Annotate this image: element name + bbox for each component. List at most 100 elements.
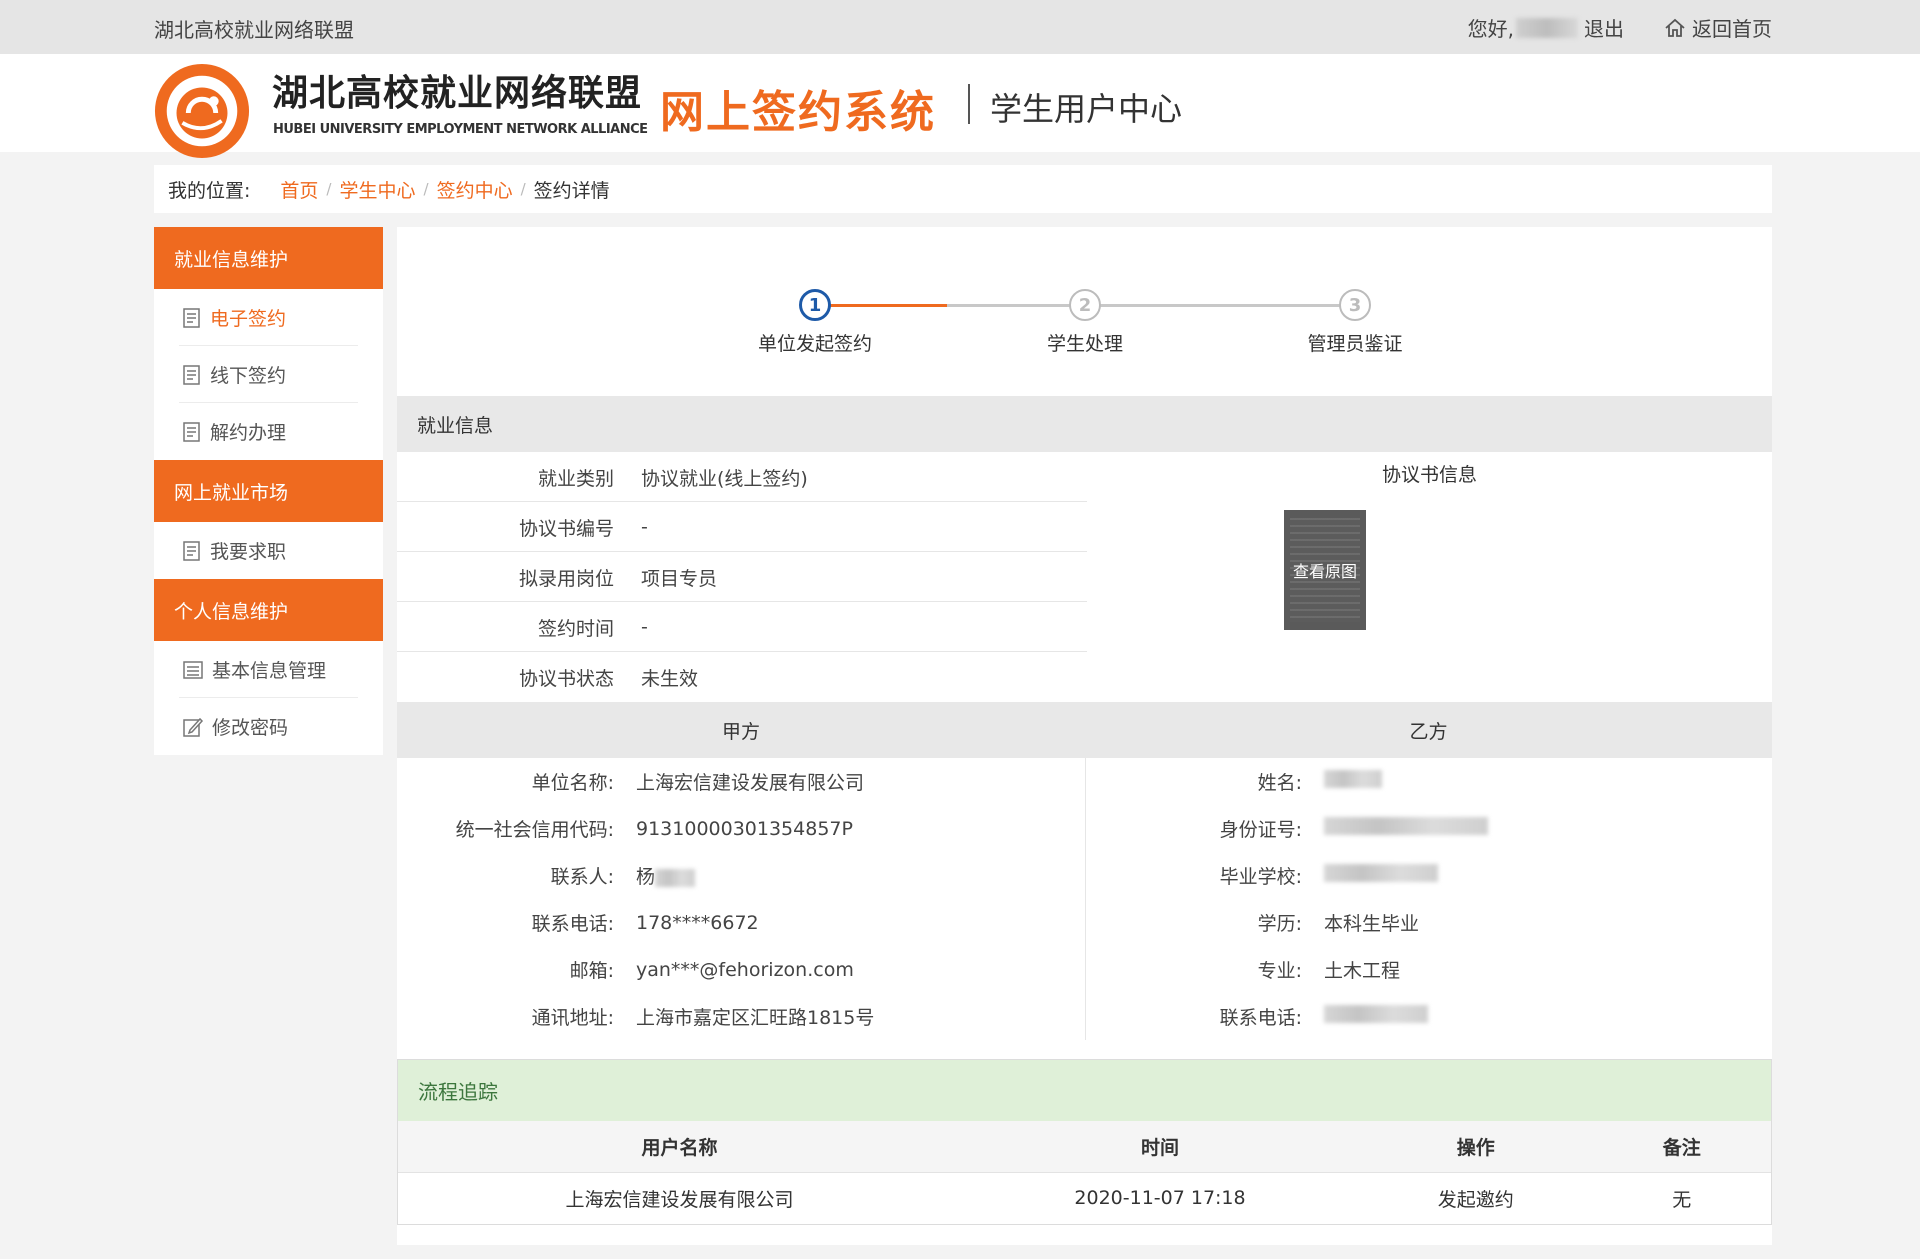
sidebar-item-job-search[interactable]: 我要求职	[154, 522, 383, 579]
blurred-phone	[1324, 1005, 1428, 1023]
home-link-label: 返回首页	[1692, 17, 1772, 41]
party-a-row: 单位名称: 上海宏信建设发展有限公司	[397, 758, 864, 805]
info-key: 协议书编号	[518, 517, 614, 540]
info-row: 协议书状态 未生效	[397, 652, 1087, 702]
breadcrumb-separator: /	[520, 180, 526, 198]
party-a-key: 联系电话:	[531, 913, 614, 935]
blurred-id-number	[1324, 817, 1488, 835]
party-a-value: 杨	[636, 862, 696, 889]
sidebar-item-offline-signing[interactable]: 线下签约	[154, 346, 383, 403]
party-b-row: 身份证号:	[1085, 805, 1488, 852]
info-row: 协议书编号 -	[397, 502, 1087, 552]
breadcrumb-signing-center[interactable]: 签约中心	[437, 176, 513, 203]
step-line-pending	[947, 304, 1350, 307]
agreement-thumbnail[interactable]: 查看原图	[1284, 510, 1366, 630]
home-link[interactable]: 返回首页	[1664, 13, 1772, 42]
party-a-header: 甲方	[397, 702, 1085, 758]
tracking-table: 用户名称 时间 操作 备注 上海宏信建设发展有限公司 2020-11-07 17…	[398, 1121, 1771, 1224]
table-header-row: 用户名称 时间 操作 备注	[398, 1121, 1771, 1173]
blurred-school	[1324, 864, 1438, 882]
username-blurred	[1516, 17, 1578, 38]
sidebar-item-label: 电子签约	[210, 308, 287, 330]
sidebar-item-label: 基本信息管理	[212, 660, 327, 682]
step-1-circle: 1	[799, 289, 831, 321]
brand-name-en: HUBEI UNIVERSITY EMPLOYMENT NETWORK ALLI…	[273, 122, 648, 137]
breadcrumb-label: 我的位置:	[168, 179, 251, 202]
info-value: -	[641, 616, 648, 638]
logout-link[interactable]: 退出	[1584, 13, 1624, 42]
sidebar-item-label: 修改密码	[212, 717, 289, 739]
info-row: 签约时间 -	[397, 602, 1087, 652]
party-b-key: 身份证号:	[1219, 819, 1302, 841]
table-cell: 上海宏信建设发展有限公司	[565, 1188, 794, 1211]
column-header: 时间	[960, 1121, 1360, 1173]
column-header: 备注	[1592, 1121, 1771, 1173]
header-divider	[968, 84, 970, 124]
table-cell: 发起邀约	[1437, 1188, 1514, 1211]
info-value: -	[641, 516, 648, 538]
table-cell: 无	[1672, 1188, 1692, 1211]
step-line-done	[815, 304, 947, 307]
sidebar-item-change-password[interactable]: 修改密码	[154, 698, 383, 755]
step-2-label: 学生处理	[1046, 333, 1123, 355]
sidebar-item-basic-info[interactable]: 基本信息管理	[154, 641, 383, 698]
party-a-row: 联系电话: 178****6672	[397, 899, 759, 946]
breadcrumb: 我的位置: 首页 / 学生中心 / 签约中心 / 签约详情	[154, 165, 1772, 213]
party-a-value: 上海宏信建设发展有限公司	[636, 772, 865, 794]
tracking-title: 流程追踪	[398, 1060, 1771, 1121]
view-original-button[interactable]: 查看原图	[1293, 558, 1357, 582]
party-b-key: 毕业学校:	[1219, 866, 1302, 888]
blurred-name	[655, 868, 696, 887]
party-b-value: 本科生毕业	[1324, 913, 1420, 935]
employment-section-header: 就业信息	[397, 396, 1772, 452]
step-1-label: 单位发起签约	[757, 333, 872, 355]
party-b-key: 联系电话:	[1219, 1007, 1302, 1029]
sidebar-item-label: 我要求职	[210, 541, 287, 563]
sidebar-item-e-signing[interactable]: 电子签约	[154, 289, 383, 346]
process-tracking-panel: 流程追踪 用户名称 时间 操作 备注 上海宏信建设发展有限公司 2020-11-…	[397, 1059, 1772, 1225]
party-b-value	[1324, 1005, 1428, 1028]
breadcrumb-home[interactable]: 首页	[280, 176, 318, 203]
contact-surname: 杨	[636, 866, 656, 888]
breadcrumb-separator: /	[423, 180, 429, 198]
step-3-label: 管理员鉴证	[1307, 333, 1403, 355]
party-a-row: 邮箱: yan***@fehorizon.com	[397, 946, 854, 993]
party-a-key: 通讯地址:	[531, 1007, 614, 1029]
sidebar-group-employment-info[interactable]: 就业信息维护	[154, 227, 383, 289]
party-a-key: 统一社会信用代码:	[455, 819, 614, 841]
sidebar: 就业信息维护 电子签约 线下签约 解约办理 网上就业市场 我要求职 个人信息维护…	[154, 227, 383, 755]
info-row: 就业类别 协议就业(线上签约)	[397, 452, 1087, 502]
edit-icon	[183, 717, 204, 737]
party-a-value: yan***@fehorizon.com	[636, 958, 854, 981]
party-a-value: 上海市嘉定区汇旺路1815号	[636, 1007, 875, 1029]
party-b-row: 联系电话:	[1085, 993, 1428, 1040]
center-title: 学生用户中心	[990, 90, 1183, 128]
party-b-value: 土木工程	[1324, 960, 1401, 982]
header: 湖北高校就业网络联盟 HUBEI UNIVERSITY EMPLOYMENT N…	[0, 54, 1920, 159]
greeting: 您好,	[1467, 17, 1514, 41]
info-key: 就业类别	[537, 467, 614, 490]
document-icon	[183, 307, 200, 328]
info-row: 拟录用岗位 项目专员	[397, 552, 1087, 602]
party-a-value: 178****6672	[636, 911, 759, 934]
site-name: 湖北高校就业网络联盟	[154, 18, 354, 42]
brand-name-cn: 湖北高校就业网络联盟	[272, 72, 643, 114]
info-key: 协议书状态	[518, 667, 614, 690]
sidebar-group-job-market[interactable]: 网上就业市场	[154, 460, 383, 522]
breadcrumb-separator: /	[326, 180, 332, 198]
info-value: 项目专员	[641, 567, 718, 590]
party-a-key: 邮箱:	[569, 960, 614, 982]
main-panel: 1 2 3 单位发起签约 学生处理 管理员鉴证 就业信息 就业类别 协议就业(线…	[397, 227, 1772, 1245]
table-cell: 2020-11-07 17:18	[1074, 1187, 1246, 1210]
blurred-name	[1324, 770, 1382, 788]
breadcrumb-student-center[interactable]: 学生中心	[339, 176, 415, 203]
party-a-value: 91310000301354857P	[636, 817, 853, 840]
info-key: 拟录用岗位	[518, 567, 614, 590]
party-a-key: 单位名称:	[531, 772, 614, 794]
party-b-key: 学历:	[1257, 913, 1302, 935]
document-icon	[183, 540, 200, 561]
sidebar-item-termination[interactable]: 解约办理	[154, 403, 383, 460]
party-b-key: 专业:	[1257, 960, 1302, 982]
party-b-value	[1324, 770, 1382, 793]
sidebar-group-personal-info[interactable]: 个人信息维护	[154, 579, 383, 641]
